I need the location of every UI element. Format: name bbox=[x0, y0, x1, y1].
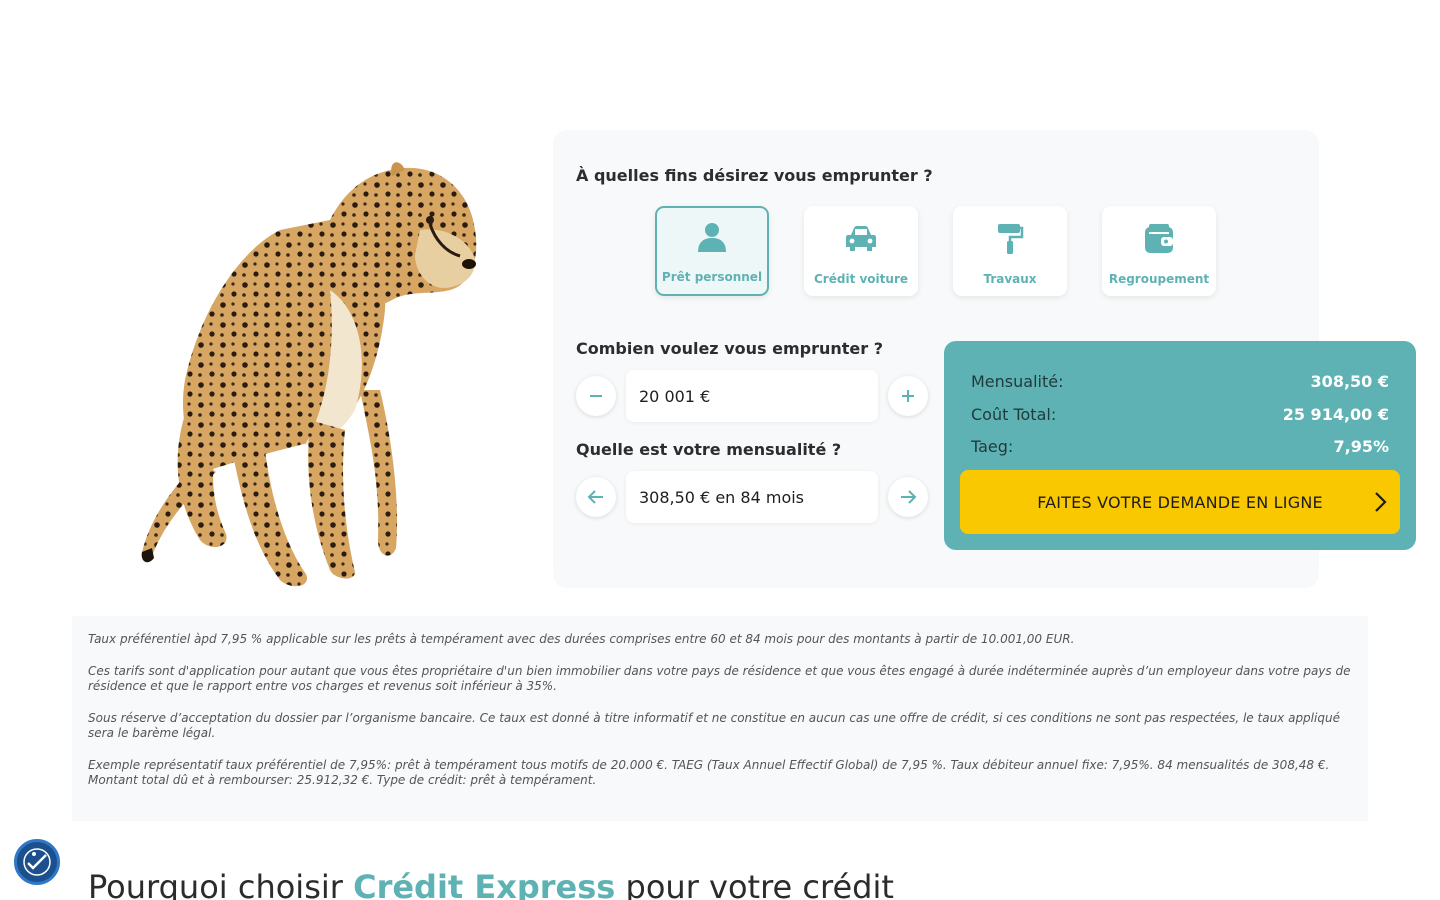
plus-icon bbox=[902, 390, 914, 402]
heading-suffix: pour votre crédit bbox=[615, 868, 894, 900]
cheetah-image bbox=[141, 162, 477, 587]
arrow-left-icon bbox=[587, 490, 603, 504]
purpose-label: Travaux bbox=[983, 272, 1037, 286]
apply-online-button[interactable]: FAITES VOTRE DEMANDE EN LIGNE bbox=[960, 470, 1400, 534]
paint-roller-icon bbox=[993, 222, 1027, 256]
legal-paragraph: Ces tarifs sont d'application pour autan… bbox=[88, 663, 1351, 694]
purpose-option-regroupement[interactable]: Regroupement bbox=[1102, 206, 1216, 296]
monthly-next-button[interactable] bbox=[888, 477, 928, 517]
minus-icon bbox=[590, 395, 602, 397]
monthly-previous-button[interactable] bbox=[576, 477, 616, 517]
purpose-label: Regroupement bbox=[1108, 272, 1210, 286]
result-row-total-cost: Coût Total: 25 914,00 € bbox=[971, 405, 1389, 424]
legal-paragraph: Taux préférentiel àpd 7,95 % applicable … bbox=[88, 632, 1075, 646]
car-icon bbox=[844, 222, 878, 256]
monthly-input[interactable] bbox=[626, 471, 878, 523]
result-row-taeg: Taeg: 7,95% bbox=[971, 437, 1389, 456]
purpose-option-travaux[interactable]: Travaux bbox=[953, 206, 1067, 296]
amount-question: Combien voulez vous emprunter ? bbox=[576, 339, 883, 358]
amount-decrease-button[interactable] bbox=[576, 376, 616, 416]
accessibility-button[interactable] bbox=[14, 839, 60, 885]
person-icon bbox=[695, 220, 729, 254]
amount-increase-button[interactable] bbox=[888, 376, 928, 416]
apply-online-label: FAITES VOTRE DEMANDE EN LIGNE bbox=[1037, 492, 1323, 512]
result-value: 7,95% bbox=[1333, 437, 1389, 456]
legal-paragraph: Exemple représentatif taux préférentiel … bbox=[88, 757, 1330, 788]
purpose-option-credit-voiture[interactable]: Crédit voiture bbox=[804, 206, 918, 296]
purpose-label: Crédit voiture bbox=[814, 272, 908, 286]
heading-prefix: Pourquoi choisir bbox=[88, 868, 354, 900]
accessibility-icon bbox=[23, 848, 51, 876]
wallet-icon bbox=[1142, 222, 1176, 256]
legal-paragraph: Sous réserve d’acceptation du dossier pa… bbox=[88, 710, 1340, 741]
amount-input[interactable] bbox=[626, 370, 878, 422]
purpose-label: Prêt personnel bbox=[661, 270, 763, 284]
why-choose-heading: Pourquoi choisir Crédit Express pour vot… bbox=[88, 868, 894, 900]
purpose-question: À quelles fins désirez vous emprunter ? bbox=[576, 166, 933, 185]
result-label: Taeg: bbox=[971, 437, 1014, 456]
monthly-question: Quelle est votre mensualité ? bbox=[576, 440, 842, 459]
result-row-monthly: Mensualité: 308,50 € bbox=[971, 372, 1389, 391]
legal-notice: Taux préférentiel àpd 7,95 % applicable … bbox=[72, 616, 1368, 821]
brand-name: Crédit Express bbox=[353, 868, 616, 900]
result-label: Mensualité: bbox=[971, 372, 1064, 391]
arrow-right-icon bbox=[901, 490, 917, 504]
result-value: 25 914,00 € bbox=[1282, 405, 1389, 424]
purpose-option-pret-personnel[interactable]: Prêt personnel bbox=[655, 206, 769, 296]
result-label: Coût Total: bbox=[971, 405, 1057, 424]
result-panel: Mensualité: 308,50 € Coût Total: 25 914,… bbox=[944, 341, 1416, 550]
result-value: 308,50 € bbox=[1310, 372, 1389, 391]
chevron-right-icon bbox=[1375, 492, 1387, 512]
